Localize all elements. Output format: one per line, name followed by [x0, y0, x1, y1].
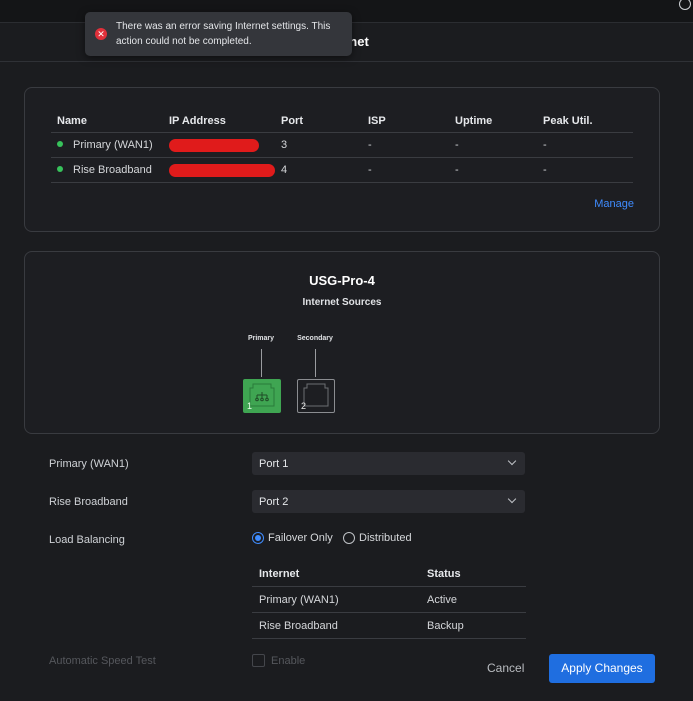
- rise-broadband-label: Rise Broadband: [49, 496, 128, 508]
- distributed-radio[interactable]: [343, 532, 355, 544]
- redacted-ip-mark: [169, 163, 275, 177]
- error-toast: ✕ There was an error saving Internet set…: [85, 12, 352, 56]
- column-header-status: Status: [420, 561, 526, 587]
- device-diagram-card: USG-Pro-4 Internet Sources Primary 1 Sec…: [24, 251, 660, 434]
- port-connector-line: [315, 349, 316, 377]
- port-connector-line: [261, 349, 262, 377]
- ip-address-cell: [163, 157, 275, 183]
- column-header-port: Port: [275, 110, 362, 133]
- isp-cell: -: [362, 132, 449, 158]
- column-header-name: Name: [51, 110, 163, 133]
- failover-only-radio[interactable]: [252, 532, 264, 544]
- port-1-icon[interactable]: 1: [243, 379, 281, 413]
- ip-address-cell: [163, 132, 275, 158]
- table-row: Rise Broadband Backup: [252, 612, 526, 639]
- distributed-label[interactable]: Distributed: [359, 532, 412, 544]
- enable-label: Enable: [271, 655, 306, 667]
- port-number: 1: [247, 401, 253, 411]
- column-header-ip: IP Address: [163, 110, 275, 133]
- wan-name-cell: Primary (WAN1): [51, 132, 163, 158]
- chevron-down-icon: [507, 494, 517, 504]
- port-cell: 3: [275, 132, 362, 158]
- column-header-internet: Internet: [252, 561, 420, 587]
- internet-connections-card: Name IP Address Port ISP Uptime Peak Uti…: [24, 87, 660, 232]
- column-header-uptime: Uptime: [449, 110, 537, 133]
- failover-status-table: Internet Status Primary (WAN1) Active Ri…: [252, 561, 526, 639]
- enable-speed-test-checkbox[interactable]: [252, 654, 265, 667]
- port-cell: 4: [275, 157, 362, 183]
- online-status-dot: [57, 141, 63, 148]
- table-header-row: Name IP Address Port ISP Uptime Peak Uti…: [51, 110, 633, 133]
- internet-cell: Rise Broadband: [252, 612, 420, 639]
- status-cell: Active: [420, 586, 526, 613]
- column-header-peak-util: Peak Util.: [537, 110, 633, 133]
- port-label-secondary: Secondary: [297, 335, 333, 342]
- status-cell: Backup: [420, 612, 526, 639]
- error-icon[interactable]: ✕: [95, 28, 107, 40]
- cancel-button[interactable]: Cancel: [487, 661, 524, 675]
- device-title: USG-Pro-4: [309, 273, 375, 288]
- wan-name-cell: Rise Broadband: [51, 157, 163, 183]
- internet-connections-table: Name IP Address Port ISP Uptime Peak Uti…: [51, 110, 633, 183]
- table-row[interactable]: Rise Broadband 4 - - -: [51, 157, 633, 183]
- online-status-dot: [57, 166, 63, 173]
- apply-changes-button[interactable]: Apply Changes: [549, 654, 655, 683]
- load-balancing-label: Load Balancing: [49, 534, 125, 546]
- rise-port-select[interactable]: Port 2: [252, 490, 525, 513]
- device-subtitle: Internet Sources: [302, 297, 382, 308]
- port-number: 2: [301, 401, 307, 411]
- internet-cell: Primary (WAN1): [252, 586, 420, 613]
- table-header-row: Internet Status: [252, 561, 526, 587]
- wan-name: Rise Broadband: [73, 164, 152, 176]
- peak-util-cell: -: [537, 157, 633, 183]
- uptime-cell: -: [449, 157, 537, 183]
- redacted-ip-mark: [169, 138, 259, 152]
- primary-port-value: Port 1: [259, 458, 289, 470]
- table-row: Primary (WAN1) Active: [252, 586, 526, 613]
- port-2-icon[interactable]: 2: [297, 379, 335, 413]
- failover-only-label[interactable]: Failover Only: [268, 532, 333, 544]
- port-label-primary: Primary: [247, 335, 275, 342]
- rise-port-value: Port 2: [259, 496, 289, 508]
- manage-link[interactable]: Manage: [594, 198, 634, 210]
- error-toast-message: There was an error saving Internet setti…: [116, 21, 331, 47]
- chevron-down-icon: [507, 456, 517, 466]
- column-header-isp: ISP: [362, 110, 449, 133]
- peak-util-cell: -: [537, 132, 633, 158]
- uptime-cell: -: [449, 132, 537, 158]
- automatic-speed-test-label: Automatic Speed Test: [49, 655, 156, 667]
- primary-wan-label: Primary (WAN1): [49, 458, 129, 470]
- table-row[interactable]: Primary (WAN1) 3 - - -: [51, 132, 633, 158]
- isp-cell: -: [362, 157, 449, 183]
- primary-port-select[interactable]: Port 1: [252, 452, 525, 475]
- wan-name: Primary (WAN1): [73, 139, 153, 151]
- window-control-icon[interactable]: [679, 0, 691, 10]
